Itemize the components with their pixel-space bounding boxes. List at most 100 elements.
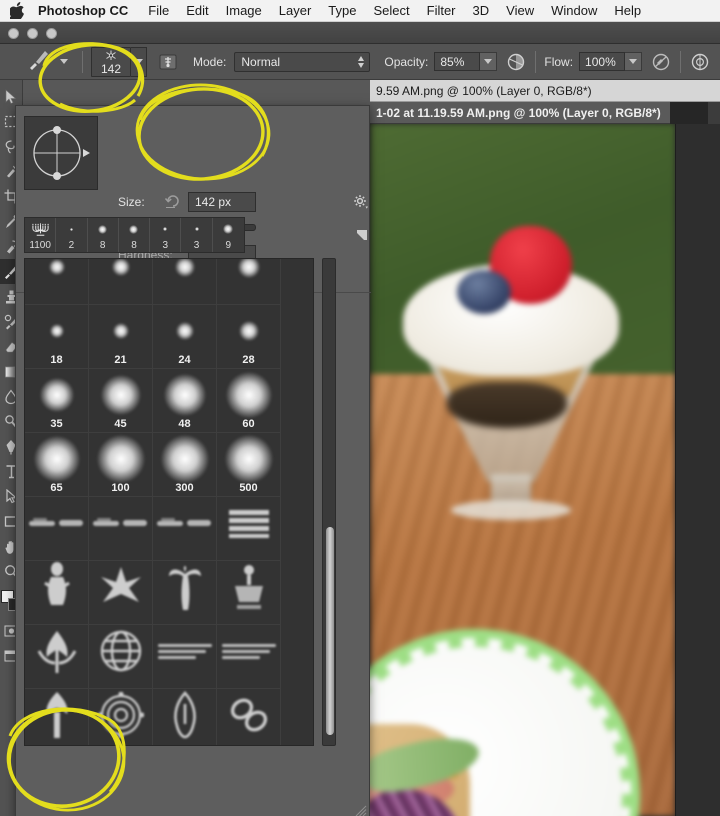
brush-preset-cell[interactable]: 45 <box>89 369 153 433</box>
brush-grid-scrollbar-thumb[interactable] <box>326 527 334 735</box>
photo-artwork <box>370 124 675 816</box>
menu-item-edit[interactable]: Edit <box>186 0 208 22</box>
brush-preset-cell[interactable] <box>25 259 89 305</box>
flow-dropdown-button[interactable] <box>625 52 643 71</box>
brush-preset-cell[interactable] <box>25 561 89 625</box>
resize-grip-icon[interactable] <box>353 803 367 816</box>
brush-tip-cell[interactable]: 9 <box>213 218 244 252</box>
brush-preset-cell[interactable] <box>89 561 153 625</box>
brush-preset-cell[interactable] <box>153 259 217 305</box>
smoothing-icon[interactable] <box>689 51 711 73</box>
brush-preset-cell[interactable]: 65 <box>25 433 89 497</box>
menu-item-layer[interactable]: Layer <box>279 0 312 22</box>
opacity-input[interactable]: 85% <box>434 52 481 71</box>
brush-preset-cell[interactable] <box>217 497 281 561</box>
brush-panel-toggle-icon[interactable] <box>157 51 179 73</box>
brush-preset-cell[interactable] <box>25 689 89 745</box>
menu-item-image[interactable]: Image <box>226 0 262 22</box>
brush-preset-cell[interactable]: 24 <box>153 305 217 369</box>
brush-tip-icon <box>102 49 120 62</box>
brush-tip-cell[interactable]: 1100 <box>25 218 57 252</box>
document-window-title: 1-02 at 11.19.59 AM.png @ 100% (Layer 0,… <box>370 102 670 124</box>
menu-app-name[interactable]: Photoshop CC <box>38 0 128 22</box>
brush-tip-cell[interactable]: 8 <box>88 218 119 252</box>
opacity-dropdown-button[interactable] <box>480 52 498 71</box>
flow-input[interactable]: 100% <box>579 52 626 71</box>
brush-preset-cell[interactable] <box>217 259 281 305</box>
brush-preset-cell[interactable] <box>217 625 281 689</box>
brush-preset-cell[interactable] <box>153 625 217 689</box>
maximize-button[interactable] <box>46 28 57 39</box>
panel-menu-icon[interactable] <box>355 228 369 242</box>
menu-item-type[interactable]: Type <box>328 0 356 22</box>
brush-preset-cell[interactable]: 21 <box>89 305 153 369</box>
brush-preset-cell[interactable]: 35 <box>25 369 89 433</box>
brush-preset-grid[interactable]: 18 21 24 28 35 45 48 60 65 100 300 500 <box>24 258 314 746</box>
brush-preset-cell[interactable]: 18 <box>25 305 89 369</box>
brush-preset-cell[interactable] <box>89 259 153 305</box>
brush-grid-row: 35 45 48 60 <box>25 369 313 433</box>
brush-grid-row <box>25 561 313 625</box>
brush-tip-cell[interactable]: 2 <box>56 218 88 252</box>
brush-preset-size-label: 65 <box>50 482 63 494</box>
brush-preset-cell[interactable] <box>89 497 153 561</box>
soft-brush-icon <box>217 371 280 418</box>
brush-preset-cell[interactable] <box>153 689 217 745</box>
brush-tool-options-chevron-icon[interactable] <box>60 59 68 64</box>
brush-preset-grid-inner: 18 21 24 28 35 45 48 60 65 100 300 500 <box>25 259 313 745</box>
brush-preset-cell[interactable] <box>25 625 89 689</box>
menu-item-3d[interactable]: 3D <box>473 0 490 22</box>
round-brush-icon <box>213 220 244 238</box>
soft-brush-icon <box>153 434 216 483</box>
brush-preset-cell[interactable]: 500 <box>217 433 281 497</box>
airbrush-icon[interactable] <box>650 51 672 73</box>
brush-preset-dropdown-button[interactable] <box>131 46 147 77</box>
brush-preset-size-label: 45 <box>114 418 127 430</box>
pressure-opacity-icon[interactable] <box>505 51 527 73</box>
brush-preset-cell[interactable]: 60 <box>217 369 281 433</box>
canvas-gutter <box>675 124 720 816</box>
brush-tip-size-label: 8 <box>99 240 106 251</box>
brush-tip-cell[interactable]: 8 <box>119 218 151 252</box>
menu-item-filter[interactable]: Filter <box>427 0 456 22</box>
menu-item-window[interactable]: Window <box>551 0 597 22</box>
brush-tool-icon[interactable] <box>26 47 54 77</box>
soft-brush-icon <box>89 434 152 483</box>
menorah-brush-icon <box>25 220 55 238</box>
brush-preset-cell[interactable]: 100 <box>89 433 153 497</box>
brush-preset-cell[interactable] <box>25 497 89 561</box>
menu-item-file[interactable]: File <box>148 0 169 22</box>
menu-item-select[interactable]: Select <box>373 0 409 22</box>
brush-size-input[interactable]: 142 px <box>188 192 256 212</box>
revert-arrow-icon[interactable] <box>164 192 182 210</box>
chevron-down-icon <box>629 59 638 64</box>
close-button[interactable] <box>8 28 19 39</box>
menu-item-view[interactable]: View <box>506 0 534 22</box>
brush-tip-cell[interactable]: 3 <box>150 218 182 252</box>
canvas-image[interactable] <box>370 124 675 816</box>
round-brush-icon <box>150 220 180 238</box>
document-tab[interactable]: 9.59 AM.png @ 100% (Layer 0, RGB/8*) <box>370 80 720 102</box>
brush-preset-cell[interactable]: 300 <box>153 433 217 497</box>
brush-preset-cell[interactable] <box>153 497 217 561</box>
round-brush-icon <box>56 220 86 238</box>
recent-brush-tips-row[interactable]: 1100 2 8 8 3 3 9 <box>24 217 245 253</box>
brush-preset-cell[interactable] <box>89 689 153 745</box>
brush-preset-cell[interactable]: 48 <box>153 369 217 433</box>
brush-grid-scrollbar[interactable] <box>322 258 336 746</box>
brush-preset-cell[interactable] <box>217 689 281 745</box>
menu-item-help[interactable]: Help <box>614 0 641 22</box>
blend-mode-select[interactable]: Normal <box>234 51 371 72</box>
brush-preset-cell[interactable] <box>89 625 153 689</box>
gear-icon[interactable] <box>353 194 369 210</box>
angle-roundness-control[interactable] <box>24 116 98 190</box>
brush-preset-size-label: 500 <box>239 482 258 494</box>
brush-preset-cell[interactable] <box>217 561 281 625</box>
brush-tip-cell[interactable]: 3 <box>181 218 213 252</box>
brush-preset-cell[interactable] <box>153 561 217 625</box>
apple-logo-icon[interactable] <box>10 2 26 19</box>
window-controls[interactable] <box>8 28 57 39</box>
brush-preset-cell[interactable]: 28 <box>217 305 281 369</box>
minimize-button[interactable] <box>27 28 38 39</box>
brush-preset-picker[interactable]: 142 <box>91 46 131 77</box>
